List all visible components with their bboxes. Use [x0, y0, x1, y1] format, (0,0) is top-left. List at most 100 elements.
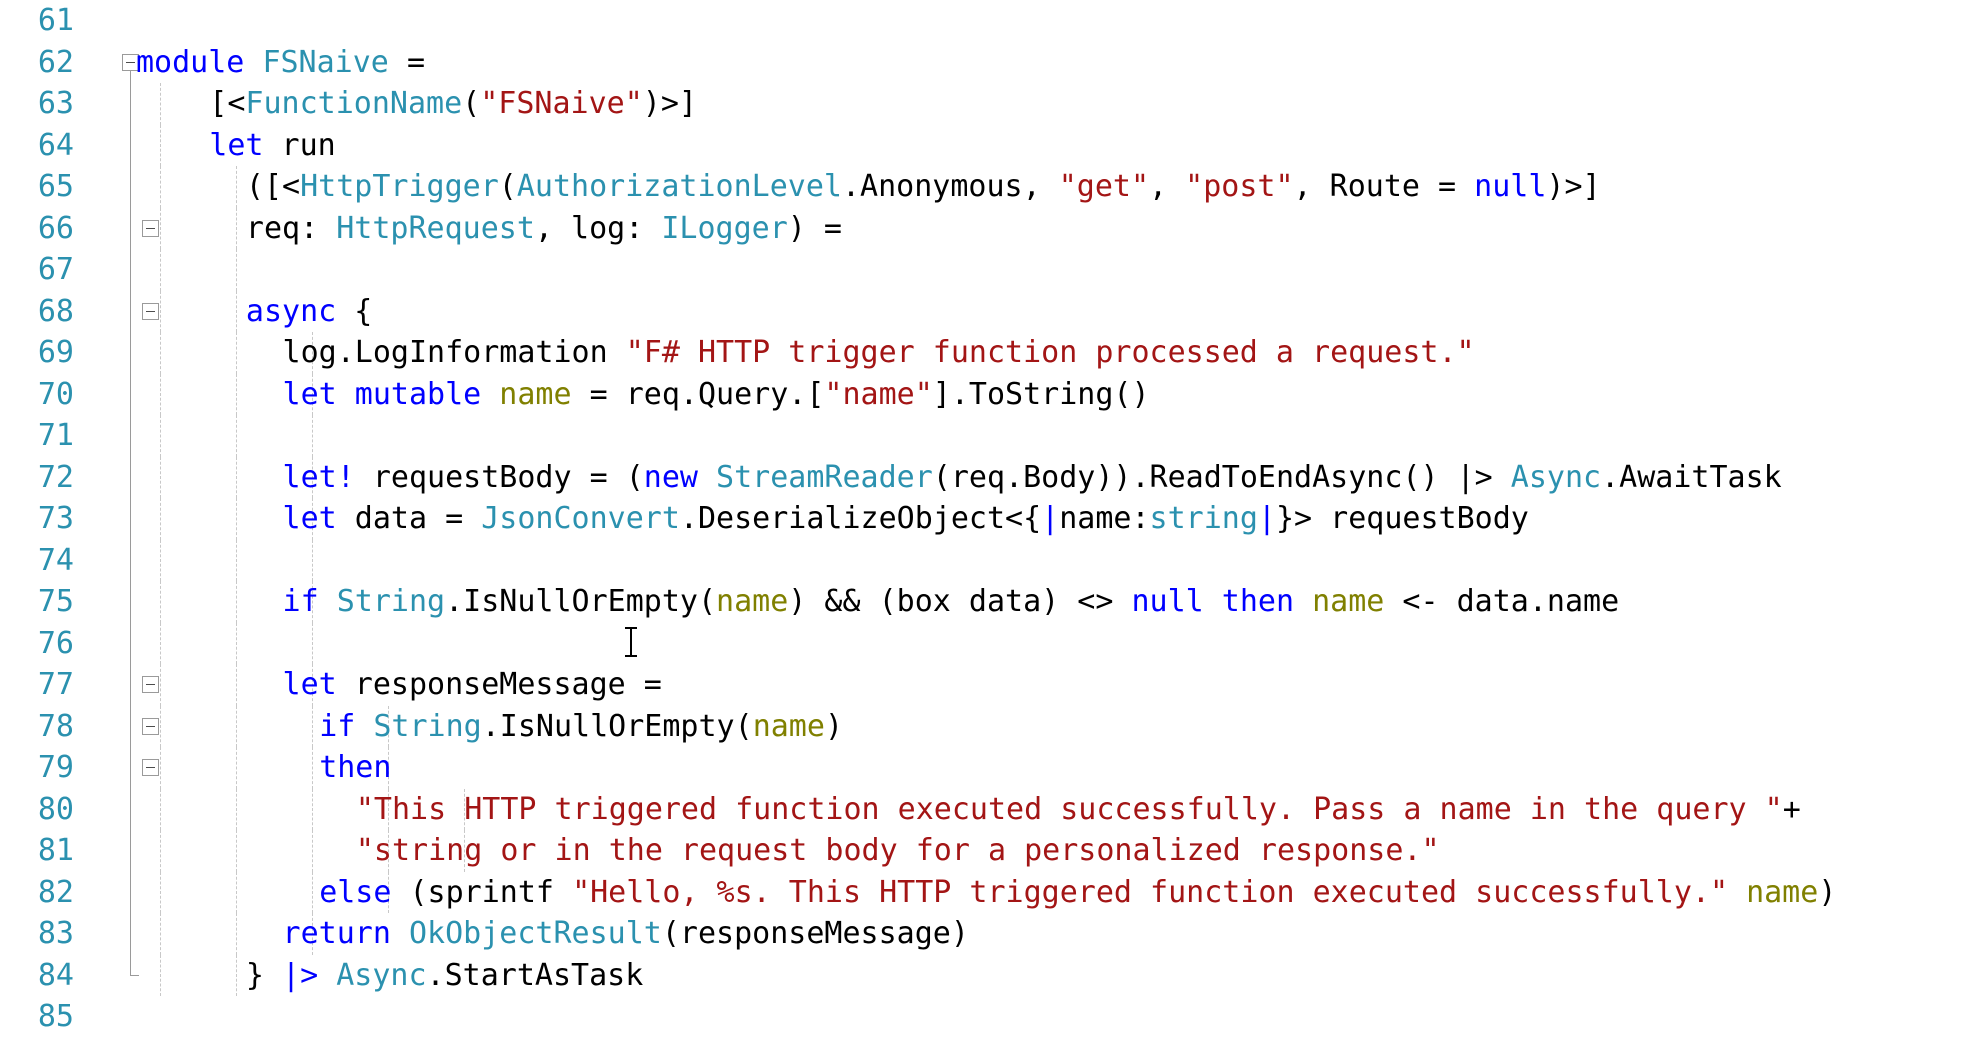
- fold-bar[interactable]: [122, 83, 148, 125]
- indent-guide: [160, 83, 162, 125]
- code-token: StreamReader: [716, 459, 933, 495]
- code-line[interactable]: 85: [0, 996, 1964, 1038]
- line-number: 69: [37, 335, 74, 370]
- fold-bar[interactable]: [122, 581, 148, 623]
- code-text[interactable]: if String.IsNullOrEmpty(name): [319, 706, 843, 748]
- code-line[interactable]: 64 let run: [0, 124, 1964, 167]
- code-text[interactable]: log.LogInformation "F# HTTP trigger func…: [283, 332, 1475, 374]
- fold-marker[interactable]: [142, 664, 168, 706]
- code-line[interactable]: 63 [<FunctionName("FSNaive")>]: [0, 83, 1964, 125]
- fold-bar[interactable]: [122, 249, 148, 291]
- code-line[interactable]: 67: [0, 249, 1964, 291]
- fold-collapse-icon[interactable]: [142, 219, 159, 237]
- code-token: .DeserializeObject<{: [679, 501, 1042, 536]
- code-line[interactable]: 71: [0, 415, 1964, 457]
- code-text[interactable]: ([<HttpTrigger(AuthorizationLevel.Anonym…: [246, 166, 1601, 208]
- fold-bar[interactable]: [122, 415, 148, 457]
- fold-collapse-icon[interactable]: [142, 717, 159, 735]
- code-line[interactable]: 77 let responseMessage =: [0, 664, 1964, 706]
- text-cursor: [625, 627, 637, 657]
- fold-bar[interactable]: [122, 622, 148, 664]
- fold-guide-line: [130, 705, 131, 747]
- fold-bar[interactable]: [122, 830, 148, 872]
- line-number: 64: [37, 127, 74, 163]
- fold-marker[interactable]: [142, 291, 168, 333]
- code-token: name: [752, 708, 825, 744]
- code-token: .AwaitTask: [1601, 459, 1782, 495]
- code-line[interactable]: 81 "string or in the request body for a p…: [0, 830, 1964, 872]
- code-token: ILogger: [661, 210, 788, 246]
- fold-bar[interactable]: [122, 871, 148, 913]
- code-line[interactable]: 69 log.LogInformation "F# HTTP trigger fu…: [0, 332, 1964, 374]
- code-line[interactable]: 84} |> Async.StartAsTask: [0, 954, 1964, 997]
- code-line[interactable]: 78 if String.IsNullOrEmpty(name): [0, 705, 1964, 748]
- code-text[interactable]: then: [319, 747, 391, 789]
- code-text[interactable]: "string or in the request body for a per…: [356, 830, 1440, 872]
- code-token: = req.Query.[: [571, 376, 825, 412]
- fold-bar[interactable]: [122, 539, 148, 581]
- fold-guide-line: [130, 871, 131, 913]
- fold-guide-line: [130, 830, 131, 872]
- fold-bar[interactable]: [122, 456, 148, 498]
- code-line[interactable]: 72 let! requestBody = (new StreamReader(r…: [0, 456, 1964, 499]
- fold-bar[interactable]: [122, 373, 148, 415]
- fold-bar[interactable]: [122, 913, 148, 955]
- code-text[interactable]: let responseMessage =: [283, 664, 662, 706]
- code-line[interactable]: 74: [0, 539, 1964, 581]
- code-line[interactable]: 76: [0, 622, 1964, 664]
- code-line[interactable]: 61: [0, 0, 1964, 42]
- code-text[interactable]: let mutable name = req.Query.["name"].To…: [283, 374, 1150, 416]
- code-editor[interactable]: 61 62 module FSNaive = 63 [<FunctionName("FS…: [0, 0, 1964, 1034]
- code-text[interactable]: let! requestBody = (new StreamReader(req…: [283, 457, 1782, 499]
- indent-guide: [160, 498, 162, 540]
- code-text[interactable]: else (sprintf "Hello, %s. This HTTP trig…: [319, 872, 1836, 914]
- code-line[interactable]: 75 if String.IsNullOrEmpty(name) && (box …: [0, 581, 1964, 623]
- code-line[interactable]: 82 else (sprintf "Hello, %s. This HTTP tr…: [0, 871, 1964, 914]
- fold-bar[interactable]: [122, 166, 148, 208]
- code-line[interactable]: 68 async {: [0, 290, 1964, 333]
- code-text[interactable]: if String.IsNullOrEmpty(name) && (box da…: [283, 581, 1620, 623]
- fold-bar[interactable]: [122, 788, 148, 830]
- fold-bar[interactable]: [122, 498, 148, 540]
- code-line[interactable]: 73 let data = JsonConvert.DeserializeObje…: [0, 498, 1964, 540]
- fold-marker[interactable]: [142, 747, 168, 789]
- code-token: {: [354, 293, 373, 329]
- indent-guide: [236, 871, 238, 913]
- code-token: requestBody = (: [372, 459, 644, 495]
- code-line[interactable]: 65 ([<HttpTrigger(AuthorizationLevel.Anon…: [0, 166, 1964, 208]
- code-text[interactable]: async {: [246, 291, 372, 333]
- code-token: log.LogInformation: [282, 335, 626, 370]
- code-line[interactable]: 70 let mutable name = req.Query.["name"].…: [0, 373, 1964, 416]
- indent-guide: [236, 332, 238, 374]
- code-text[interactable]: return OkObjectResult(responseMessage): [283, 913, 969, 955]
- code-line[interactable]: 62 module FSNaive =: [0, 42, 1964, 84]
- fold-collapse-icon[interactable]: [142, 302, 159, 320]
- code-token: async: [245, 293, 355, 329]
- fold-marker[interactable]: [142, 706, 168, 748]
- indent-guide: [236, 788, 238, 830]
- code-line[interactable]: 79 then: [0, 747, 1964, 789]
- code-line[interactable]: 83 return OkObjectResult(responseMessage): [0, 913, 1964, 955]
- code-text[interactable]: let data = JsonConvert.DeserializeObject…: [283, 498, 1529, 540]
- fold-collapse-icon[interactable]: [142, 759, 159, 776]
- code-line[interactable]: 80 "This HTTP triggered function executed…: [0, 788, 1964, 831]
- fold-bar[interactable]: [122, 332, 148, 374]
- line-number: 72: [37, 459, 74, 495]
- fold-collapse-icon[interactable]: [142, 676, 159, 693]
- fold-bar[interactable]: [122, 954, 148, 997]
- code-text[interactable]: req: HttpRequest, log: ILogger) =: [246, 208, 842, 250]
- code-line[interactable]: 66 req: HttpRequest, log: ILogger) =: [0, 207, 1964, 250]
- code-text[interactable]: "This HTTP triggered function executed s…: [356, 789, 1801, 831]
- code-token: .IsNullOrEmpty(: [481, 708, 753, 744]
- fold-bar[interactable]: [122, 124, 148, 166]
- code-token: (: [462, 86, 481, 121]
- code-text[interactable]: [<FunctionName("FSNaive")>]: [209, 83, 697, 125]
- fold-marker[interactable]: [142, 208, 168, 250]
- code-token: let: [209, 127, 282, 163]
- code-text[interactable]: } |> Async.StartAsTask: [246, 955, 643, 997]
- code-text[interactable]: let run: [209, 125, 335, 167]
- fold-guide-line: [130, 83, 131, 125]
- code-text[interactable]: module FSNaive =: [136, 42, 425, 84]
- fold-guide-line: [130, 913, 131, 955]
